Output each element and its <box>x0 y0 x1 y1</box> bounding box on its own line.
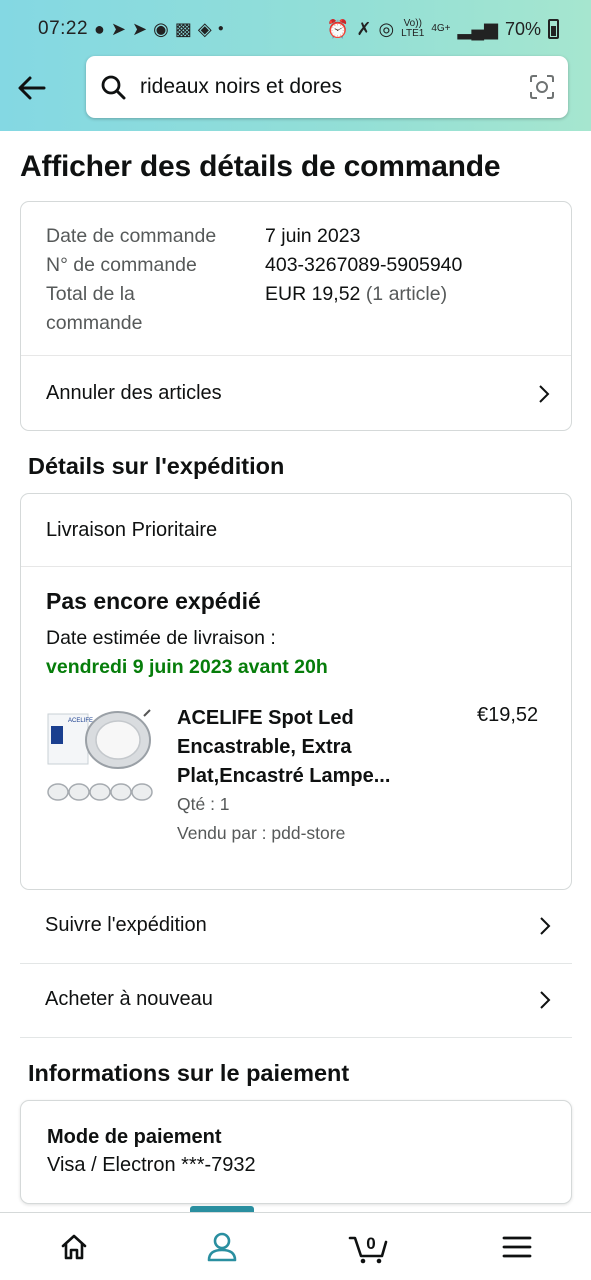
buy-again-link[interactable]: Acheter à nouveau <box>20 963 572 1036</box>
camera-scan-icon[interactable] <box>528 73 556 101</box>
shipment-status: Pas encore expédié <box>46 588 261 614</box>
order-total-value: EUR 19,52 (1 article) <box>265 283 448 305</box>
volte-indicator: Vo)) LTE1 <box>401 18 425 39</box>
shipping-card: Livraison Prioritaire Pas encore expédié… <box>20 493 572 890</box>
robot-icon: ▩ <box>174 19 192 39</box>
signal-icon: ▂▄▆ <box>457 18 498 39</box>
order-date-label: Date de commande <box>46 225 217 247</box>
nav-home[interactable] <box>0 1213 148 1280</box>
payment-section-title: Informations sur le paiement <box>28 1060 350 1086</box>
eta-label: Date estimée de livraison : <box>46 627 276 649</box>
nav-account[interactable] <box>148 1206 296 1280</box>
order-number-label: N° de commande <box>46 254 197 276</box>
cart-count: 0 <box>367 1234 376 1253</box>
page-title: Afficher des détails de commande <box>20 150 501 183</box>
shipping-section-title: Détails sur l'expédition <box>28 453 285 479</box>
telegram-icon: ➤ <box>110 19 127 39</box>
track-shipment-label: Suivre l'expédition <box>45 914 207 936</box>
hotspot-icon: ◎ <box>378 18 395 39</box>
battery-icon <box>548 19 559 39</box>
chevron-right-icon <box>540 916 551 935</box>
product-thumbnail[interactable]: ACELIFE <box>46 706 154 808</box>
active-tab-indicator <box>189 1206 254 1212</box>
home-icon <box>61 1234 87 1259</box>
svg-text:ACELIFE: ACELIFE <box>68 718 93 724</box>
track-shipment-link[interactable]: Suivre l'expédition <box>20 889 572 962</box>
search-bar[interactable] <box>86 56 568 118</box>
status-time: 07:22 <box>38 18 89 39</box>
bottom-navigation: 0 <box>0 1206 591 1280</box>
chevron-right-icon <box>540 990 551 1009</box>
cancel-items-link[interactable]: Annuler des articles <box>21 356 571 431</box>
product-title-link[interactable]: ACELIFE Spot Led Encastrable, Extra Plat… <box>177 704 415 791</box>
order-number-value: 403-3267089-5905940 <box>265 254 463 276</box>
divider <box>21 566 571 567</box>
eta-value: vendredi 9 juin 2023 avant 20h <box>46 656 328 678</box>
shipping-method: Livraison Prioritaire <box>46 518 218 541</box>
order-date-value: 7 juin 2023 <box>265 225 361 247</box>
divider <box>20 1037 572 1038</box>
back-arrow-icon[interactable] <box>16 72 48 104</box>
network-type: 4G+ <box>431 23 451 34</box>
payment-card: Mode de paiement Visa / Electron ***-793… <box>20 1100 572 1204</box>
search-icon <box>101 75 126 100</box>
nav-menu[interactable] <box>443 1213 591 1280</box>
cart-icon: 0 <box>349 1234 388 1263</box>
alarm-icon: ⏰ <box>326 18 350 39</box>
product-seller: Vendu par : pdd-store <box>177 823 346 843</box>
cancel-items-label: Annuler des articles <box>46 382 222 404</box>
binance-icon: ◈ <box>197 19 212 39</box>
battery-level: 70% <box>504 18 541 39</box>
payment-method-value: Visa / Electron ***-7932 <box>47 1154 256 1176</box>
person-icon <box>207 1232 236 1261</box>
mute-icon: ✗ <box>356 18 372 39</box>
buy-again-label: Acheter à nouveau <box>45 988 213 1010</box>
hamburger-menu-icon <box>502 1236 532 1257</box>
product-price: €19,52 <box>477 704 539 726</box>
search-input[interactable] <box>140 75 528 99</box>
nav-cart[interactable]: 0 <box>296 1213 444 1280</box>
chevron-right-icon <box>539 384 550 403</box>
more-dot-icon: ● <box>217 23 224 34</box>
status-bar: 07:22 ● ➤ ➤ ◉ ▩ ◈ ● ⏰ ✗ ◎ Vo)) LTE1 4G+ ▂… <box>0 0 591 58</box>
messenger-icon: ◉ <box>153 19 169 39</box>
product-quantity: Qté : 1 <box>177 794 230 814</box>
payment-method-title: Mode de paiement <box>47 1126 222 1148</box>
order-summary-card: Date de commande 7 juin 2023 N° de comma… <box>20 201 572 431</box>
order-total-label: Total de la commande <box>46 283 143 334</box>
whatsapp-icon: ● <box>94 19 105 39</box>
telegram-icon: ➤ <box>132 19 148 39</box>
